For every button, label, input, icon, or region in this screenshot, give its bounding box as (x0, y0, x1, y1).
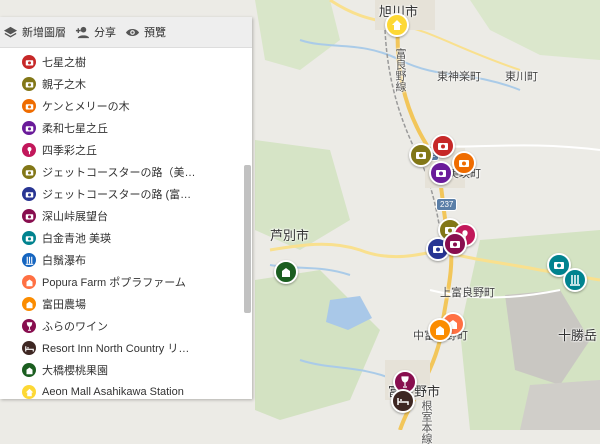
layer-item[interactable]: ジェットコースターの路 (富… (0, 183, 244, 205)
camera-icon (22, 165, 36, 179)
layer-item-label: ケンとメリーの木 (42, 101, 130, 113)
farm-icon (22, 275, 36, 289)
camera-icon (459, 160, 469, 167)
layer-item[interactable]: 柔和七星之丘 (0, 117, 244, 139)
layer-item[interactable]: Aeon Mall Asahikawa Station (0, 381, 244, 399)
bed-icon (397, 398, 409, 405)
layer-item-label: 大橋櫻桃果園 (42, 365, 108, 377)
layer-toolbar: 新增圖層 分享 預覽 (0, 17, 252, 48)
home-icon (22, 385, 36, 399)
layer-item-label: Aeon Mall Asahikawa Station (42, 386, 184, 398)
camera-icon (22, 121, 36, 135)
map-label-line-nemuro: 根室本線 (420, 400, 432, 444)
eye-icon (125, 28, 140, 36)
layer-item-label: ジェットコースターの路（美… (42, 167, 196, 179)
layer-item-label: 四季彩之丘 (42, 145, 97, 157)
layer-item[interactable]: ふらのワイン (0, 315, 244, 337)
farm-icon (436, 326, 444, 335)
home-icon (392, 20, 402, 30)
camera-icon (22, 55, 36, 69)
add-layer-button[interactable]: 新增圖層 (3, 24, 66, 40)
map-pin-oyako-ki[interactable] (409, 143, 433, 167)
share-button[interactable]: 分享 (75, 24, 116, 40)
map-pin-nanatsu-ki[interactable] (431, 134, 455, 158)
layer-item-label: 七星之樹 (42, 57, 86, 69)
layer-item-label: Resort Inn North Country リ… (42, 343, 190, 355)
map-pin-aeon-mall[interactable] (385, 13, 409, 37)
layer-item[interactable]: ジェットコースターの路（美… (0, 161, 244, 183)
waterfall-icon (22, 253, 36, 267)
camera-icon (554, 262, 564, 269)
farm-icon (22, 363, 36, 377)
map-label-higashikawa: 東川町 (505, 71, 538, 83)
camera-icon (438, 143, 448, 150)
layer-item-label: 富田農場 (42, 299, 86, 311)
layer-item-label: 深山峠展望台 (42, 211, 108, 223)
layer-item[interactable]: 白鬚瀑布 (0, 249, 244, 271)
camera-icon (22, 231, 36, 245)
map-label-tokachidake: 十勝岳 (558, 328, 598, 343)
add-layer-label: 新增圖層 (22, 27, 66, 39)
camera-icon (22, 99, 36, 113)
layer-item[interactable]: 大橋櫻桃果園 (0, 359, 244, 381)
layer-item-label: ふらのワイン (42, 321, 108, 333)
layer-item[interactable]: 深山峠展望台 (0, 205, 244, 227)
layer-item[interactable]: 富田農場 (0, 293, 244, 315)
layer-item-label: ジェットコースターの路 (富… (42, 189, 192, 201)
layer-item-label: 白鬚瀑布 (42, 255, 86, 267)
share-label: 分享 (94, 27, 116, 39)
map-label-higashikagura: 東神楽町 (437, 71, 481, 83)
camera-icon (22, 77, 36, 91)
layer-item-label: 親子之木 (42, 79, 86, 91)
camera-icon (436, 170, 446, 177)
add-person-icon (75, 26, 90, 38)
map-pin-nanatsu-oka[interactable] (429, 161, 453, 185)
farm-icon (22, 297, 36, 311)
layer-panel: 新增圖層 分享 預覽 七星之樹親子之木ケンとメリーの木 柔和七星之丘 四季彩之丘ジェ… (0, 17, 252, 399)
layer-item[interactable]: 七星之樹 (0, 51, 244, 73)
layer-item-label: 柔和七星之丘 (42, 123, 108, 135)
preview-label: 預覽 (144, 27, 166, 39)
panel-scrollbar[interactable] (244, 165, 251, 313)
layer-item-label: 白金青池 美瑛 (42, 233, 112, 245)
map-pin-tomita-farm[interactable] (428, 318, 452, 342)
wine-icon (401, 376, 409, 388)
map-pin-miyama-toge[interactable] (443, 232, 467, 256)
bed-icon (22, 341, 36, 355)
map-pin-ken-mary[interactable] (452, 151, 476, 175)
layer-item[interactable]: 四季彩之丘 (0, 139, 244, 161)
camera-icon (22, 209, 36, 223)
map-label-kamifurano: 上富良野町 (440, 287, 495, 299)
farm-icon (282, 268, 290, 277)
camera-icon (416, 152, 426, 159)
layer-item[interactable]: 白金青池 美瑛 (0, 227, 244, 249)
layer-item[interactable]: ケンとメリーの木 (0, 95, 244, 117)
layer-item[interactable]: 親子之木 (0, 73, 244, 95)
camera-icon (450, 241, 460, 248)
map-pin-ohashi-orchard[interactable] (274, 260, 298, 284)
wine-icon (22, 319, 36, 333)
layers-icon (3, 26, 18, 38)
map-pin-resort-inn[interactable] (391, 389, 415, 413)
layer-item[interactable]: Popura Farm ポプラファーム (0, 271, 244, 293)
map-label-ashibetsu: 芦別市 (270, 228, 310, 243)
flower-icon (22, 143, 36, 157)
layer-item-label: Popura Farm ポプラファーム (42, 277, 186, 289)
map-pin-shirohige-falls[interactable] (563, 268, 587, 292)
preview-button[interactable]: 預覽 (125, 24, 166, 40)
layer-item-list: 七星之樹親子之木ケンとメリーの木 柔和七星之丘 四季彩之丘ジェットコースターの路（美… (0, 51, 244, 399)
waterfall-icon (570, 275, 580, 286)
layer-item[interactable]: Resort Inn North Country リ… (0, 337, 244, 359)
camera-icon (22, 187, 36, 201)
map-label-line-furano: 富良野線 (394, 48, 406, 92)
route-237-shield: 237 (436, 198, 458, 211)
